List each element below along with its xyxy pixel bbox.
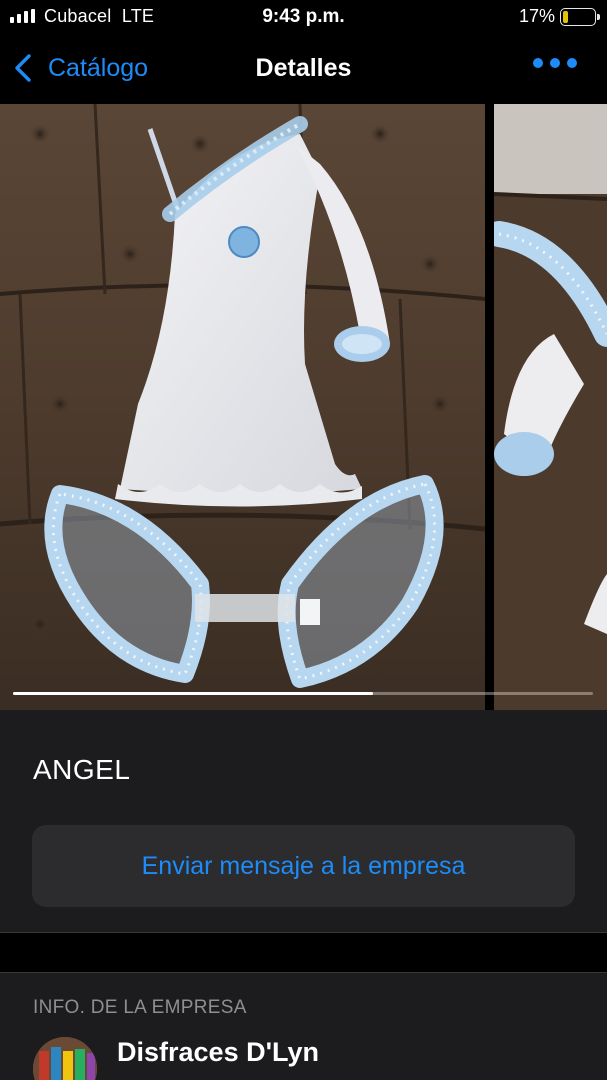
status-bar: Cubacel LTE 9:43 p.m. 17%	[0, 0, 607, 34]
product-photo[interactable]	[0, 104, 485, 710]
angel-costume-detail-photo	[494, 104, 607, 710]
photo-progress-fill	[13, 692, 373, 695]
photo-progress-indicator	[13, 692, 593, 695]
product-name: ANGEL	[33, 754, 131, 785]
battery-icon	[560, 8, 600, 26]
product-photo-carousel[interactable]	[0, 104, 607, 710]
company-avatar[interactable]	[33, 1037, 97, 1080]
section-header: INFO. DE LA EMPRESA	[33, 997, 247, 1018]
angel-costume-photo	[0, 104, 485, 710]
company-info-section: INFO. DE LA EMPRESA Disfraces D'Lyn	[0, 972, 607, 1080]
battery-percent: 17%	[518, 6, 555, 26]
status-time: 9:43 p.m.	[262, 6, 345, 27]
message-business-button[interactable]: Enviar mensaje a la empresa	[32, 825, 575, 907]
ellipsis-icon	[533, 58, 543, 68]
navigation-bar: Catálogo Detalles	[0, 34, 607, 104]
page-title: Detalles	[255, 54, 352, 82]
section-divider	[0, 932, 607, 972]
more-options-button[interactable]	[533, 58, 577, 68]
company-name[interactable]: Disfraces D'Lyn	[117, 1037, 319, 1068]
product-info-section: ANGEL Enviar mensaje a la empresa	[0, 710, 607, 932]
battery-level	[563, 11, 568, 23]
next-product-photo[interactable]	[494, 104, 607, 710]
